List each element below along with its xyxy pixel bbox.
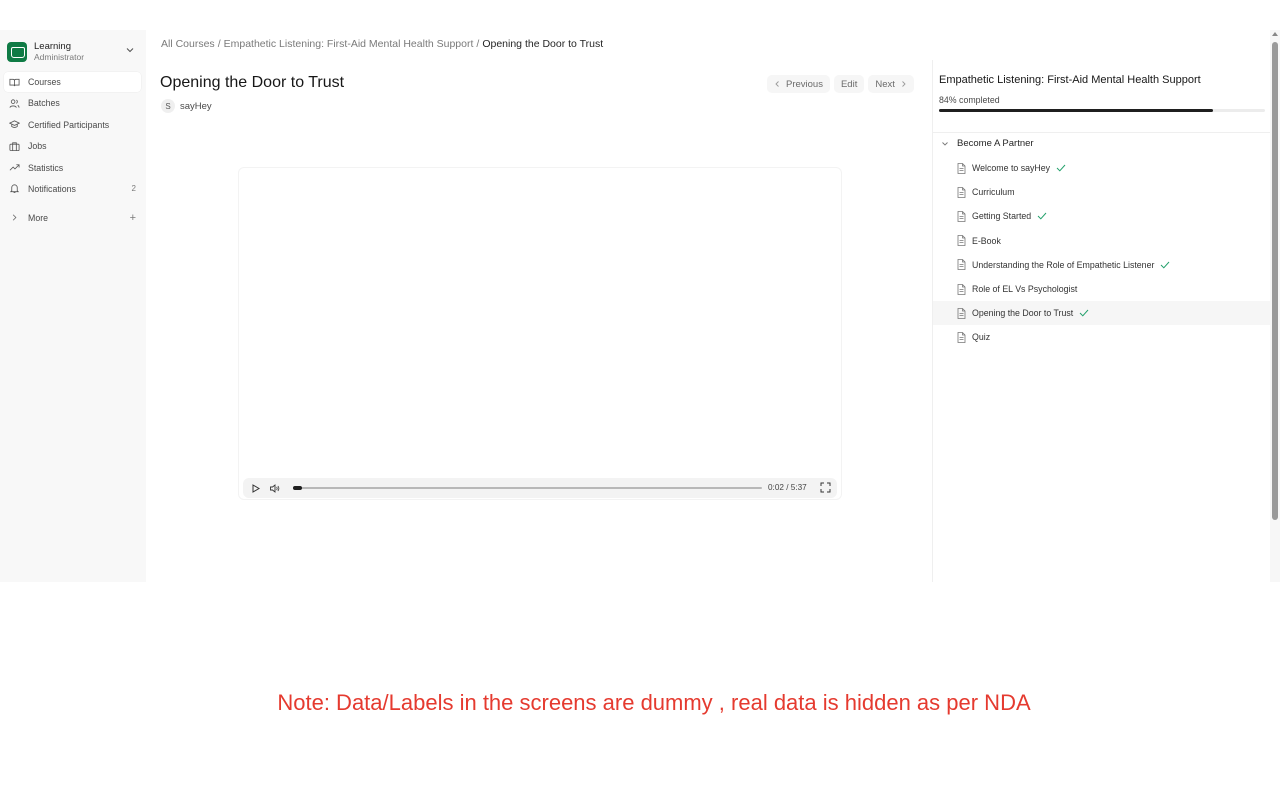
sidebar-item-label: More [28, 212, 49, 223]
sidebar: Learning Administrator Courses Batches C… [0, 30, 146, 582]
course-progress-bar [939, 109, 1265, 112]
play-icon[interactable] [250, 483, 261, 494]
lesson-item[interactable]: Role of EL Vs Psychologist [933, 277, 1271, 301]
lesson-item[interactable]: Quiz [933, 325, 1271, 349]
workspace-switcher[interactable]: Learning Administrator [7, 39, 140, 65]
lesson-author: S sayHey [161, 99, 212, 113]
sidebar-item-label: Batches [28, 98, 60, 109]
brand-subtitle: Administrator [34, 52, 85, 62]
lesson-label: Welcome to sayHey [972, 163, 1051, 174]
author-name: sayHey [180, 100, 212, 112]
lesson-label: Getting Started [972, 211, 1032, 222]
course-outline-panel: Empathetic Listening: First-Aid Mental H… [932, 60, 1271, 582]
section-title: Become A Partner [957, 138, 1034, 149]
bell-icon [9, 184, 20, 194]
video-player[interactable] [238, 167, 842, 500]
sidebar-item-label: Statistics [28, 162, 64, 173]
sidebar-item-jobs[interactable]: Jobs [4, 136, 141, 156]
chevron-left-icon [775, 81, 779, 87]
sidebar-item-statistics[interactable]: Statistics [4, 158, 141, 178]
page-title: Opening the Door to Trust [160, 74, 345, 91]
lesson-label: Role of EL Vs Psychologist [972, 284, 1078, 295]
sidebar-item-label: Notifications [28, 183, 76, 194]
sidebar-item-label: Jobs [28, 141, 47, 152]
previous-button[interactable]: Previous [767, 75, 830, 93]
notification-count-badge: 2 [131, 184, 136, 194]
sidebar-item-label: Certified Participants [28, 119, 110, 130]
check-icon [1161, 261, 1170, 269]
nda-note: Note: Data/Labels in the screens are dum… [277, 690, 1031, 715]
chevron-right-icon [902, 81, 906, 87]
breadcrumb: All Courses / Empathetic Listening: First-… [161, 38, 604, 50]
video-progress-fill [293, 486, 303, 490]
scrollbar-thumb[interactable] [1272, 42, 1278, 520]
chevron-right-icon [12, 214, 17, 221]
section-header[interactable]: Become A Partner [941, 138, 1034, 149]
breadcrumb-all-courses[interactable]: All Courses [161, 38, 215, 50]
lesson-label: Opening the Door to Trust [972, 308, 1074, 319]
sidebar-nav: Courses Batches Certified Participants J… [4, 72, 141, 229]
document-icon [957, 235, 966, 247]
document-icon [957, 283, 966, 295]
breadcrumb-course[interactable]: Empathetic Listening: First-Aid Mental H… [224, 38, 474, 50]
briefcase-icon [9, 142, 20, 151]
lesson-label: Understanding the Role of Empathetic Lis… [972, 259, 1155, 270]
document-icon [957, 259, 966, 271]
book-icon [9, 78, 20, 86]
video-progress-slider[interactable] [293, 486, 762, 490]
app-logo-icon [7, 42, 27, 62]
sidebar-item-notifications[interactable]: Notifications 2 [4, 179, 141, 199]
lesson-item[interactable]: Opening the Door to Trust [933, 301, 1271, 326]
sidebar-item-courses[interactable]: Courses [4, 72, 141, 92]
lesson-actions: Previous Edit Next [767, 75, 914, 93]
edit-button[interactable]: Edit [833, 75, 865, 93]
next-button[interactable]: Next [868, 75, 914, 93]
check-icon [1079, 309, 1089, 317]
add-icon[interactable]: + [130, 212, 136, 224]
breadcrumb-current-lesson: Opening the Door to Trust [482, 38, 604, 50]
document-icon [957, 162, 966, 174]
sidebar-item-certified-participants[interactable]: Certified Participants [4, 115, 141, 135]
graduation-cap-icon [9, 120, 20, 129]
users-icon [9, 99, 20, 108]
chevron-down-icon [942, 141, 948, 146]
lesson-label: Curriculum [972, 187, 1015, 198]
video-time: 0:02 / 5:37 [768, 483, 807, 492]
course-progress-fill [939, 109, 1213, 112]
document-icon [957, 332, 966, 343]
brand-title: Learning [34, 41, 71, 52]
check-icon [1037, 213, 1047, 220]
lesson-item[interactable]: Welcome to sayHey [933, 156, 1271, 180]
scroll-up-icon[interactable] [1272, 32, 1278, 36]
check-icon [1056, 164, 1066, 172]
chevron-down-icon [126, 48, 134, 53]
course-title: Empathetic Listening: First-Aid Mental H… [939, 74, 1201, 86]
document-icon [957, 186, 966, 198]
lesson-item[interactable]: Understanding the Role of Empathetic Lis… [933, 253, 1271, 277]
trending-up-icon [9, 164, 20, 171]
lesson-item[interactable]: Curriculum [933, 180, 1271, 204]
video-controls: 0:02 / 5:37 [243, 478, 837, 498]
sidebar-item-more[interactable]: More + [4, 208, 141, 228]
sidebar-item-label: Courses [28, 77, 61, 87]
page-scrollbar[interactable] [1270, 30, 1280, 582]
avatar: S [161, 99, 175, 113]
document-icon [957, 211, 966, 222]
divider [933, 132, 1271, 133]
course-completion-text: 84% completed [939, 95, 1000, 105]
document-icon [957, 307, 966, 319]
lesson-list: Welcome to sayHey Curriculum Getting Start… [933, 156, 1271, 350]
lesson-label: Quiz [972, 332, 991, 343]
volume-icon[interactable] [269, 483, 280, 494]
lesson-item[interactable]: E-Book [933, 229, 1271, 253]
sidebar-item-batches[interactable]: Batches [4, 93, 141, 113]
lesson-item[interactable]: Getting Started [933, 204, 1271, 228]
lesson-label: E-Book [972, 235, 1001, 246]
fullscreen-icon[interactable] [820, 482, 831, 493]
